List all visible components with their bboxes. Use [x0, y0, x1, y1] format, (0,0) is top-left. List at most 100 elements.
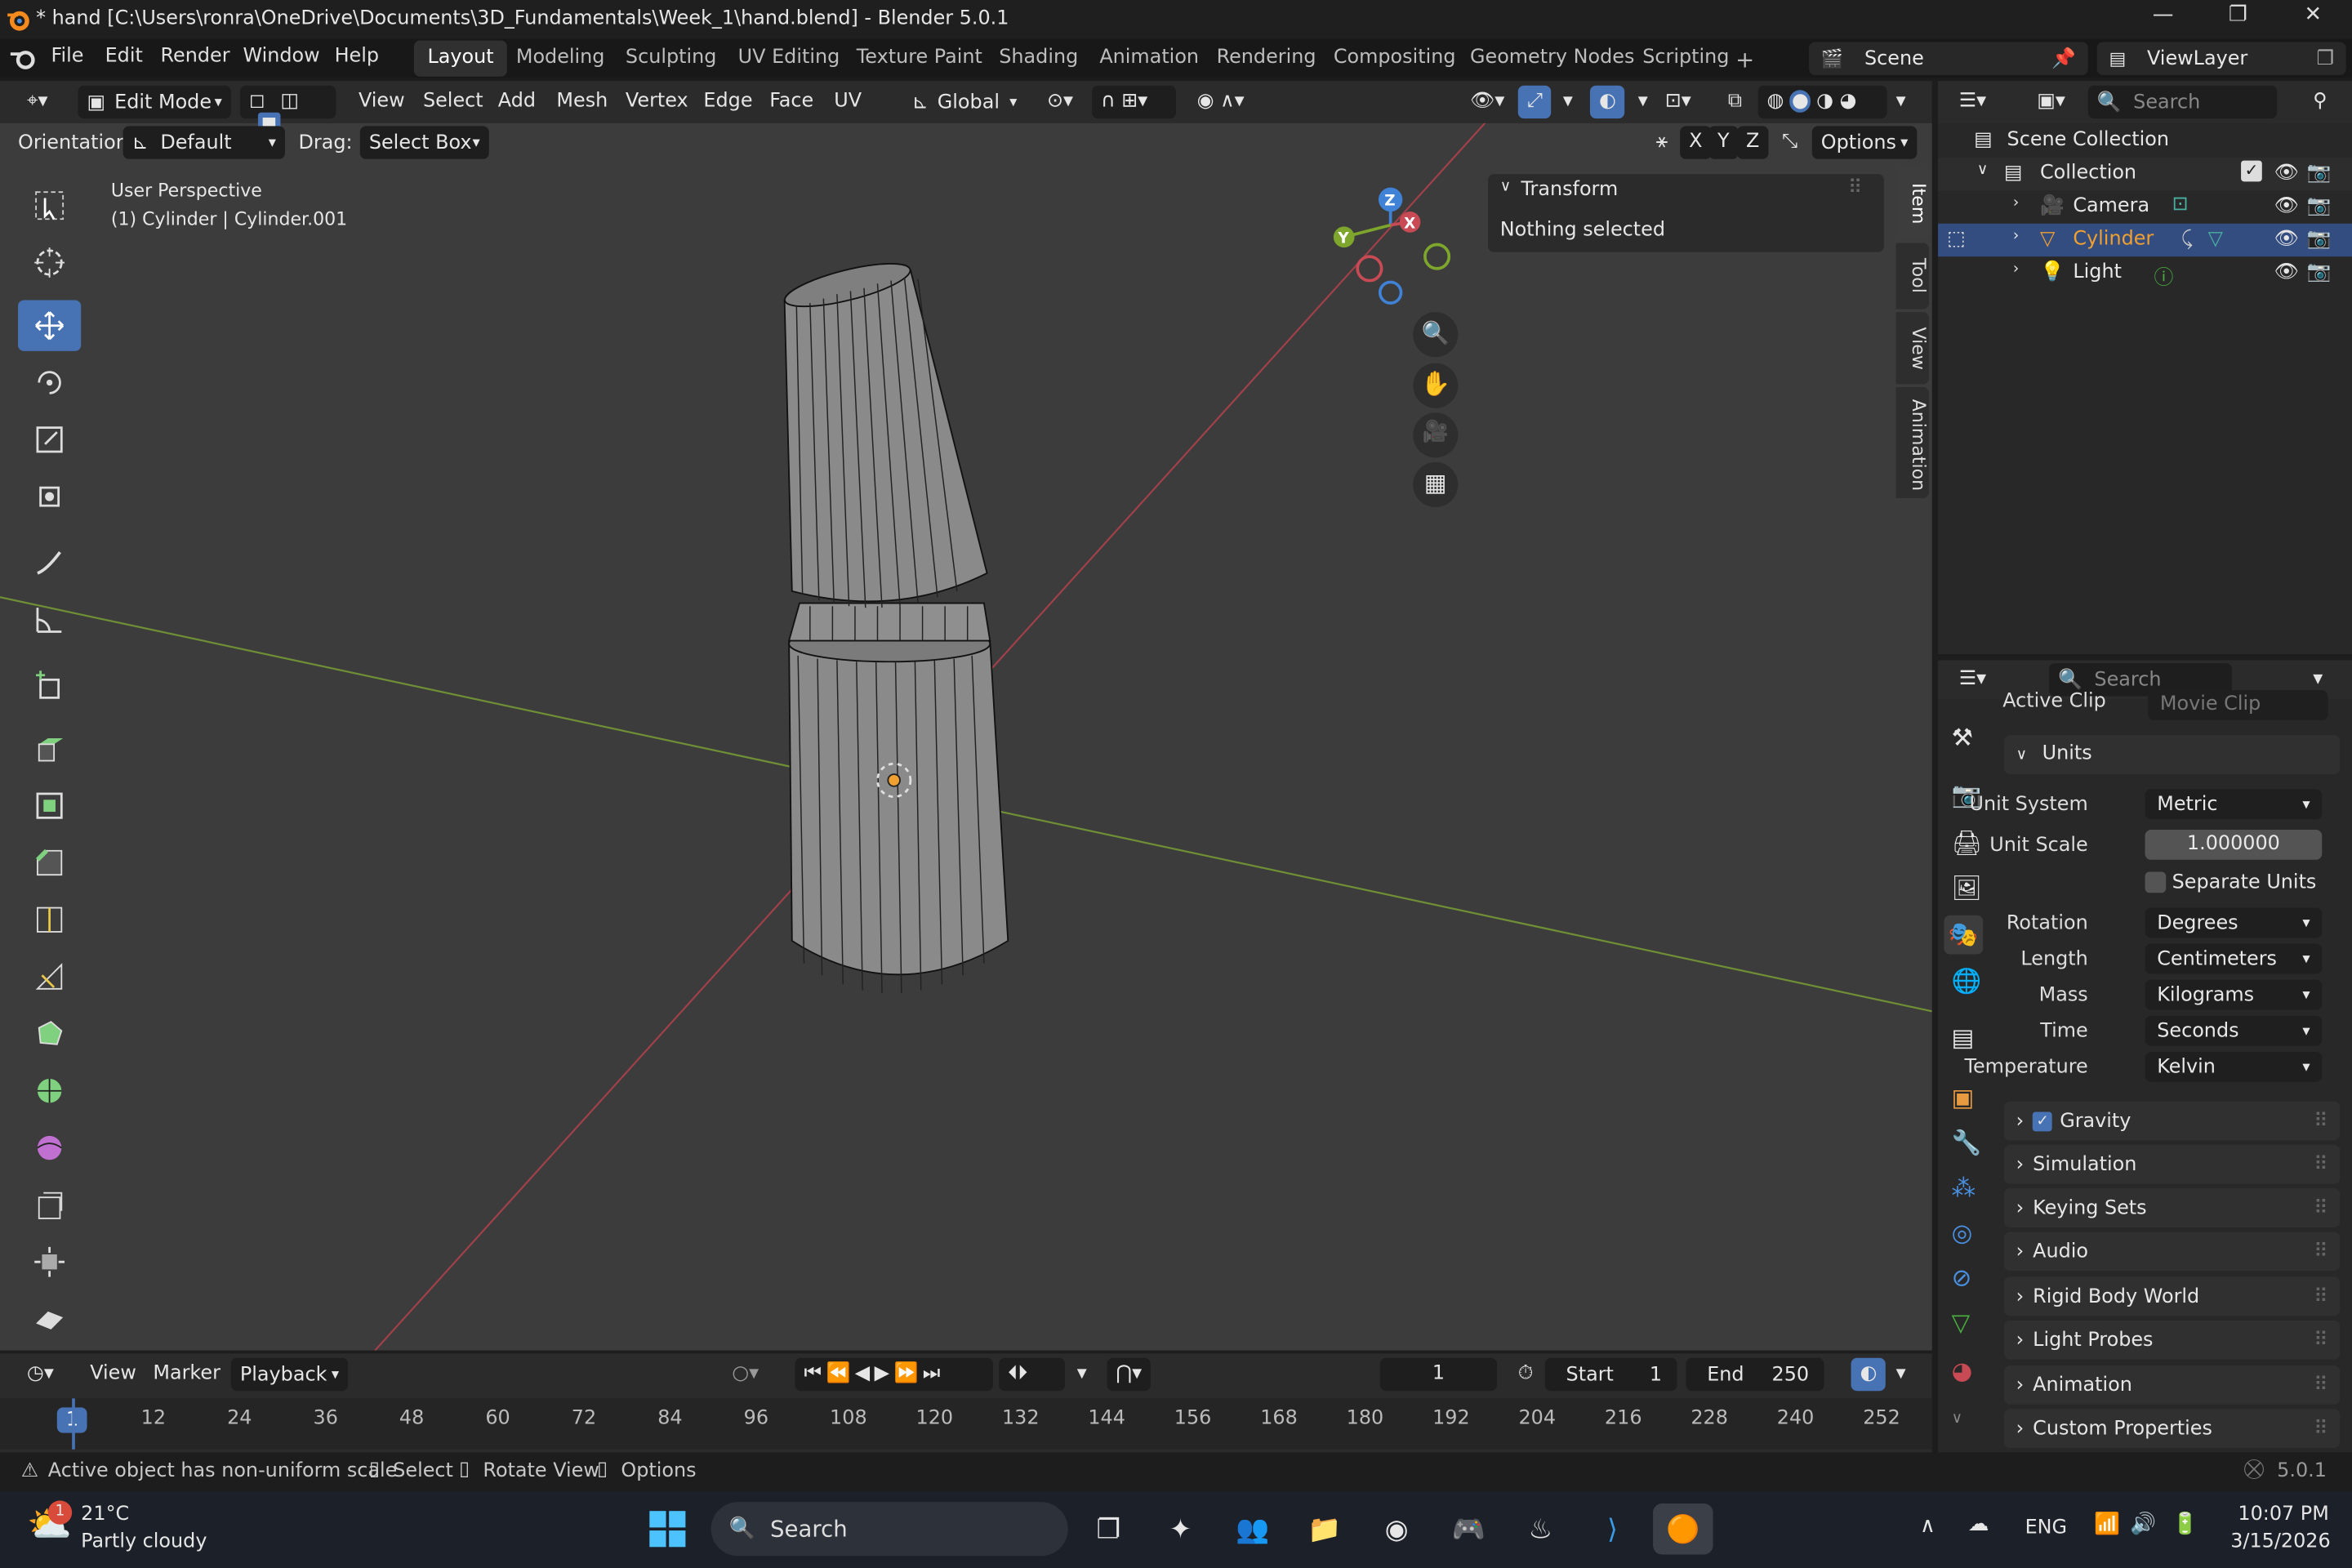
tab-rendering[interactable]: Rendering — [1203, 41, 1330, 77]
mirror-z-toggle[interactable]: Z — [1736, 126, 1769, 159]
rigid-body-world-panel[interactable]: › Rigid Body World ⠿ — [2003, 1276, 2341, 1316]
drag-dropdown[interactable]: Select Box ▾ — [359, 126, 489, 159]
blender-taskbar-icon[interactable]: 🟠 — [1653, 1503, 1713, 1555]
unit-scale-field[interactable]: 1.000000 — [2145, 830, 2323, 860]
camera-render-icon[interactable]: 📷 — [2307, 195, 2332, 218]
scene-tab-icon[interactable]: 🎭 — [1944, 915, 1984, 955]
menu-file[interactable]: File — [51, 45, 83, 68]
audio-panel[interactable]: › Audio ⠿ — [2003, 1232, 2341, 1272]
outliner-row-cylinder[interactable]: ⬚ › ▽ Cylinder ⤹ ▽ 👁 📷 — [1938, 223, 2352, 257]
stopwatch-icon[interactable]: ⏱ — [1509, 1358, 1543, 1391]
pivot-point-icon[interactable]: ⊙▾ — [1038, 86, 1082, 118]
unit-system-dropdown[interactable]: Metric ▾ — [2145, 789, 2323, 820]
solid-shading-icon[interactable]: ● — [1790, 90, 1811, 113]
edge-slide-tool-icon[interactable] — [18, 1179, 81, 1230]
scene-selector[interactable]: 🎬 Scene 📌 — [1809, 42, 2088, 75]
overlay-toggle-icon[interactable]: ◐ — [1589, 85, 1625, 119]
inset-tool-icon[interactable] — [18, 780, 81, 831]
shading-dropdown-icon[interactable]: ▾ — [1887, 86, 1915, 118]
active-clip-field[interactable]: Movie Clip — [2148, 690, 2328, 720]
blender-menu-icon[interactable] — [9, 47, 39, 70]
simulation-panel[interactable]: › Simulation ⠿ — [2003, 1144, 2341, 1184]
playback-controls[interactable]: ⏮⏪◀▶⏩⏭ — [795, 1357, 993, 1392]
copilot-icon[interactable]: ✦ — [1155, 1503, 1205, 1554]
menu-edge[interactable]: Edge — [694, 86, 761, 118]
units-panel-header[interactable]: ∨ Units — [2003, 735, 2341, 775]
wireframe-shading-icon[interactable]: ◍ — [1767, 90, 1784, 113]
start-frame-field[interactable]: Start 1 — [1544, 1357, 1677, 1392]
constraint-tab-icon[interactable]: ⊘ — [1952, 1263, 1972, 1292]
menu-view[interactable]: View — [350, 86, 414, 118]
display-mode-icon[interactable]: ▣▾ — [2028, 86, 2074, 118]
menu-select[interactable]: Select — [414, 86, 492, 118]
add-workspace-button[interactable]: + — [1722, 41, 1768, 77]
teams-icon[interactable]: 👥 — [1227, 1503, 1277, 1554]
outliner-search-input[interactable]: 🔍 Search — [2087, 85, 2278, 119]
properties-editor-icon[interactable]: ☰▾ — [1950, 663, 1995, 696]
language-indicator[interactable]: ENG — [2025, 1517, 2067, 1540]
material-shading-icon[interactable]: ◑ — [1816, 90, 1833, 113]
gizmo-toggle-icon[interactable]: ⤢ — [1517, 85, 1552, 119]
pan-hand-icon[interactable]: ✋ — [1413, 363, 1459, 408]
bevel-tool-icon[interactable] — [18, 837, 81, 888]
outliner-row-light[interactable]: › 💡 Light ⓘ 👁 📷 — [1938, 256, 2352, 290]
gravity-checkbox[interactable]: ✓ — [2033, 1111, 2053, 1131]
timeline-overlay-icon[interactable]: ◐ — [1851, 1357, 1886, 1392]
transform-tool-icon[interactable] — [18, 471, 81, 522]
snap-icon[interactable]: ⋂▾ — [1107, 1357, 1152, 1392]
steam-icon[interactable]: ♨ — [1515, 1503, 1566, 1554]
auto-merge-icon[interactable]: ⤡ — [1773, 126, 1806, 158]
tab-layout[interactable]: Layout — [413, 40, 508, 77]
wifi-icon[interactable]: 📶 — [2094, 1512, 2120, 1536]
tool-tab-icon[interactable]: ⚒ — [1952, 724, 1973, 752]
light-data-icon[interactable]: ⓘ — [2154, 261, 2174, 290]
taskbar-search-box[interactable]: 🔍 Search — [710, 1502, 1068, 1557]
playback-dropdown[interactable]: Playback ▾ — [230, 1357, 349, 1392]
task-view-icon[interactable]: ❐ — [1083, 1503, 1134, 1554]
windows-start-icon[interactable] — [642, 1503, 693, 1554]
outliner-editor-icon[interactable]: ☰▾ — [1950, 86, 1995, 118]
outliner-row-camera[interactable]: › 🎥 Camera ⊡ 👁 📷 — [1938, 190, 2352, 223]
camera-render-icon[interactable]: 📷 — [2307, 162, 2332, 185]
poly-build-tool-icon[interactable] — [18, 1009, 81, 1059]
visibility-icon[interactable]: 👁▾ — [1461, 86, 1513, 118]
rotation-dropdown[interactable]: Degrees ▾ — [2145, 907, 2323, 938]
extrude-tool-icon[interactable] — [18, 724, 81, 774]
temperature-dropdown[interactable]: Kelvin ▾ — [2145, 1051, 2323, 1082]
length-dropdown[interactable]: Centimeters ▾ — [2145, 943, 2323, 974]
mirror-icon[interactable]: ⚹ — [1647, 126, 1677, 158]
mesh-overlay-icon[interactable]: ⊡▾ — [1656, 86, 1700, 118]
time-dropdown[interactable]: Seconds ▾ — [2145, 1015, 2323, 1046]
edit-mode-icon[interactable]: ⬚ — [1947, 228, 1966, 251]
tab-animation[interactable]: Animation — [1086, 41, 1213, 77]
clock-time[interactable]: 10:07 PM — [2238, 1503, 2328, 1526]
camera-view-icon[interactable]: 🎥 — [1413, 412, 1459, 458]
collection-tab-icon[interactable]: ▤ — [1952, 1023, 1975, 1052]
tab-texture-paint[interactable]: Texture Paint — [843, 41, 996, 77]
transform-orientation-selector[interactable]: ⊾ Global ▾ — [903, 86, 1027, 118]
light-probes-panel[interactable]: › Light Probes ⠿ — [2003, 1320, 2341, 1360]
camera-render-icon[interactable]: 📷 — [2307, 228, 2332, 251]
chevron-down-icon[interactable]: ∨ — [1952, 1410, 1962, 1427]
world-tab-icon[interactable]: 🌐 — [1952, 966, 1982, 995]
modifier-icon[interactable]: ⤹ — [2181, 228, 2193, 251]
scene-collection-row[interactable]: ▤ Scene Collection — [1938, 124, 2352, 157]
loop-cut-tool-icon[interactable] — [18, 894, 81, 945]
tab-uv-editing[interactable]: UV Editing — [724, 41, 853, 77]
eye-icon[interactable]: 👁 — [2274, 195, 2298, 218]
menu-face[interactable]: Face — [760, 86, 822, 118]
gravity-panel[interactable]: › ✓ Gravity ⠿ — [2003, 1101, 2341, 1141]
keyframe-jump-icon[interactable]: ⏴⏵ — [999, 1357, 1066, 1392]
weather-description[interactable]: Partly cloudy — [81, 1530, 207, 1553]
volume-icon[interactable]: 🔊 — [2130, 1512, 2156, 1536]
sidebar-tab-tool[interactable]: Tool — [1895, 243, 1930, 310]
perspective-grid-icon[interactable]: ▦ — [1413, 461, 1459, 508]
camera-data-icon[interactable]: ⊡ — [2172, 194, 2189, 216]
end-frame-field[interactable]: End 250 — [1686, 1357, 1824, 1392]
options-dropdown[interactable]: Options ▾ — [1811, 126, 1918, 159]
smooth-tool-icon[interactable] — [18, 1122, 81, 1173]
filter-icon[interactable]: ⚲ — [2304, 86, 2336, 118]
vscode-icon[interactable]: ⟩ — [1587, 1503, 1637, 1554]
chevron-right-icon[interactable]: › — [2013, 261, 2019, 278]
zoom-icon[interactable]: 🔍 — [1413, 312, 1459, 358]
